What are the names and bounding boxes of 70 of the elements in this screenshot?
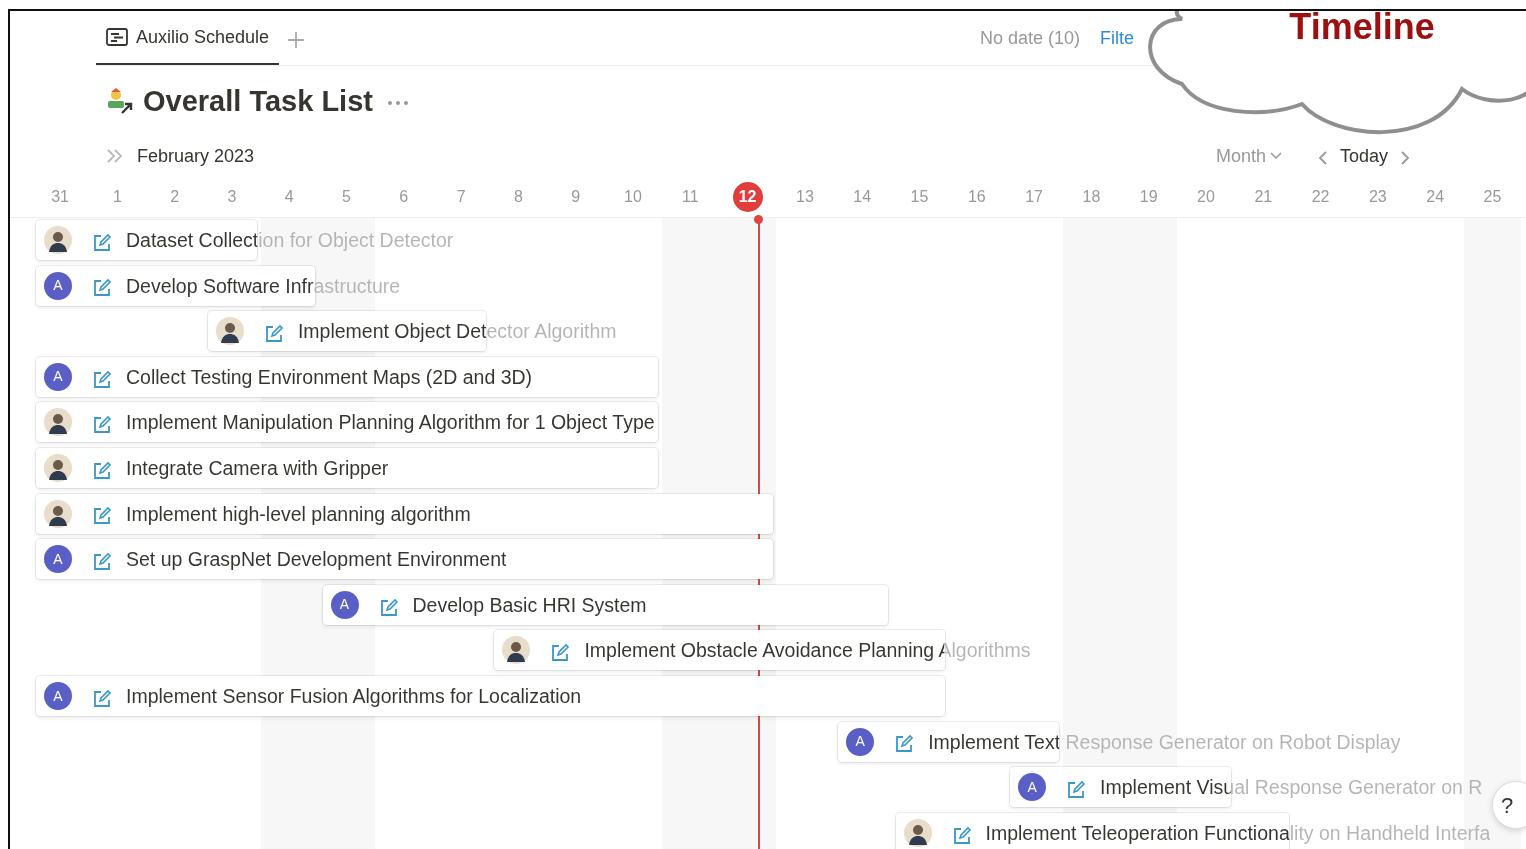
day-label: 10: [624, 186, 642, 207]
task-card[interactable]: [838, 721, 1060, 762]
day-label: 15: [910, 186, 929, 207]
callout-text: Timeline: [1289, 11, 1435, 47]
day-label: 31: [51, 186, 69, 207]
avatar-silhouette: [502, 636, 531, 665]
edit-icon[interactable]: [1066, 779, 1087, 800]
edit-icon[interactable]: [92, 369, 112, 390]
day-label: 19: [1139, 186, 1158, 207]
avatar-silhouette: [215, 317, 244, 346]
edit-icon[interactable]: [92, 688, 112, 709]
month-label: February 2023: [137, 144, 255, 168]
avatar-silhouette: [44, 454, 72, 482]
chevron-left-icon[interactable]: [1317, 149, 1328, 166]
day-label: 16: [967, 186, 986, 207]
day-label: 4: [284, 186, 294, 207]
day-label: 11: [682, 186, 699, 207]
avatar-silhouette: [44, 499, 72, 528]
task-card[interactable]: [36, 448, 659, 488]
day-label: 20: [1197, 186, 1215, 207]
avatar-silhouette: [44, 226, 72, 254]
day-label: 13: [796, 186, 814, 207]
day-label: 14: [853, 186, 872, 207]
edit-icon[interactable]: [378, 597, 399, 618]
avatar-silhouette: [44, 408, 72, 437]
day-label: 17: [1025, 186, 1043, 207]
more-icon[interactable]: [386, 99, 409, 106]
task-card[interactable]: [36, 493, 773, 534]
day-label: 23: [1368, 186, 1387, 207]
edit-icon[interactable]: [263, 323, 284, 344]
view-tab[interactable]: Auxilio Schedule: [96, 11, 280, 65]
edit-icon[interactable]: [550, 643, 571, 664]
plus-icon[interactable]: [287, 30, 306, 49]
day-label: 22: [1311, 186, 1330, 207]
edit-icon[interactable]: [92, 551, 112, 572]
task-card[interactable]: [36, 356, 659, 397]
task-card[interactable]: [36, 539, 773, 580]
edit-icon[interactable]: [92, 460, 112, 481]
edit-icon[interactable]: [92, 415, 112, 436]
day-label: 21: [1254, 186, 1273, 207]
day-label: 6: [399, 186, 409, 207]
expand-chevrons-icon[interactable]: [105, 148, 125, 164]
timeline-view-icon: [106, 28, 128, 46]
edit-icon[interactable]: [92, 506, 112, 527]
day-label: 5: [342, 186, 351, 207]
page-title: Overall Task List: [143, 83, 373, 119]
edit-icon[interactable]: [951, 825, 972, 846]
task-card[interactable]: [36, 402, 659, 443]
task-card[interactable]: [36, 676, 945, 716]
day-label: 3: [227, 186, 237, 207]
day-label: 18: [1082, 186, 1101, 207]
today-button[interactable]: Today: [1333, 141, 1394, 171]
day-label: 1: [112, 186, 122, 207]
day-label: 8: [513, 186, 523, 207]
day-label: 7: [456, 186, 466, 207]
chevron-down-icon[interactable]: [1269, 152, 1282, 160]
day-label: 24: [1426, 186, 1445, 207]
worker-emoji-icon: [105, 86, 135, 116]
task-card[interactable]: [322, 584, 888, 625]
edit-icon[interactable]: [92, 232, 112, 253]
edit-icon[interactable]: [894, 734, 915, 755]
today-dot: [754, 215, 764, 224]
avatar-silhouette: [903, 818, 932, 847]
day-label: 25: [1483, 186, 1502, 207]
day-label: 2: [170, 186, 180, 207]
edit-icon[interactable]: [92, 278, 112, 299]
day-label: 12: [732, 181, 763, 212]
chevron-right-icon[interactable]: [1400, 149, 1410, 166]
filter-link[interactable]: Filte: [1100, 24, 1134, 52]
day-label: 9: [571, 186, 581, 207]
